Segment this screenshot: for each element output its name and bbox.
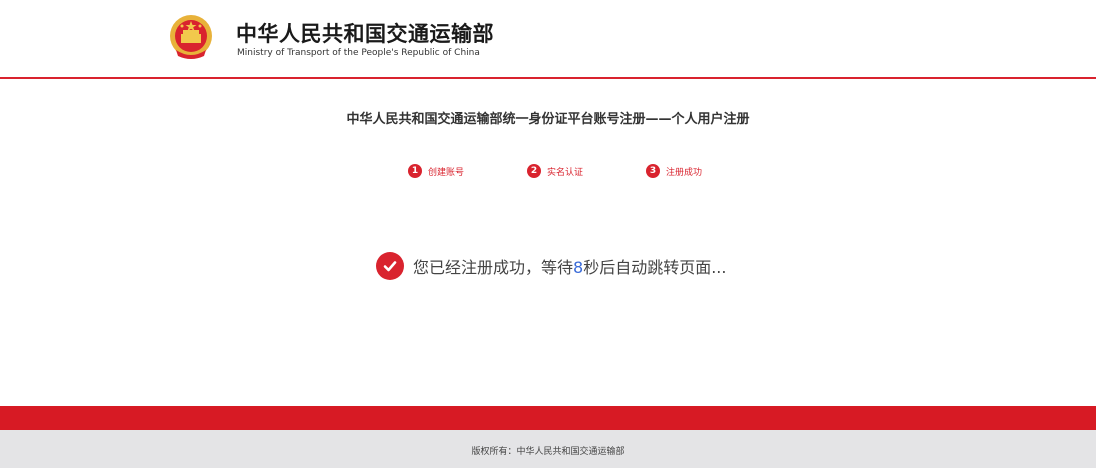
- page-title: 中华人民共和国交通运输部统一身份证平台账号注册——个人用户注册: [346, 112, 750, 127]
- step-label: 注册成功: [666, 167, 703, 178]
- header-divider: [0, 77, 1096, 79]
- site-subtitle-en: Ministry of Transport of the People's Re…: [237, 48, 480, 58]
- success-suffix: 秒后自动跳转页面...: [583, 258, 727, 277]
- success-text: 您已经注册成功，等待8秒后自动跳转页面...: [413, 254, 726, 278]
- step-number-badge: 3: [646, 164, 660, 178]
- step-create-account: 1 创建账号: [408, 163, 464, 179]
- footer-red-band: [0, 406, 1096, 430]
- check-circle-icon: [376, 252, 404, 280]
- success-message: 您已经注册成功，等待8秒后自动跳转页面...: [376, 251, 726, 281]
- step-number-badge: 1: [408, 164, 422, 178]
- footer-copyright: 版权所有：中华人民共和国交通运输部: [471, 447, 625, 457]
- step-number-badge: 2: [527, 164, 541, 178]
- step-real-name-auth: 2 实名认证: [527, 163, 583, 179]
- site-header: 中华人民共和国交通运输部 Ministry of Transport of th…: [0, 0, 1096, 77]
- site-title: 中华人民共和国交通运输部: [236, 22, 494, 46]
- success-prefix: 您已经注册成功，等待: [413, 258, 574, 277]
- step-label: 创建账号: [428, 167, 465, 178]
- step-label: 实名认证: [547, 167, 584, 178]
- countdown-seconds: 8: [573, 258, 584, 277]
- national-emblem-icon: [170, 15, 212, 59]
- step-register-success: 3 注册成功: [646, 163, 702, 179]
